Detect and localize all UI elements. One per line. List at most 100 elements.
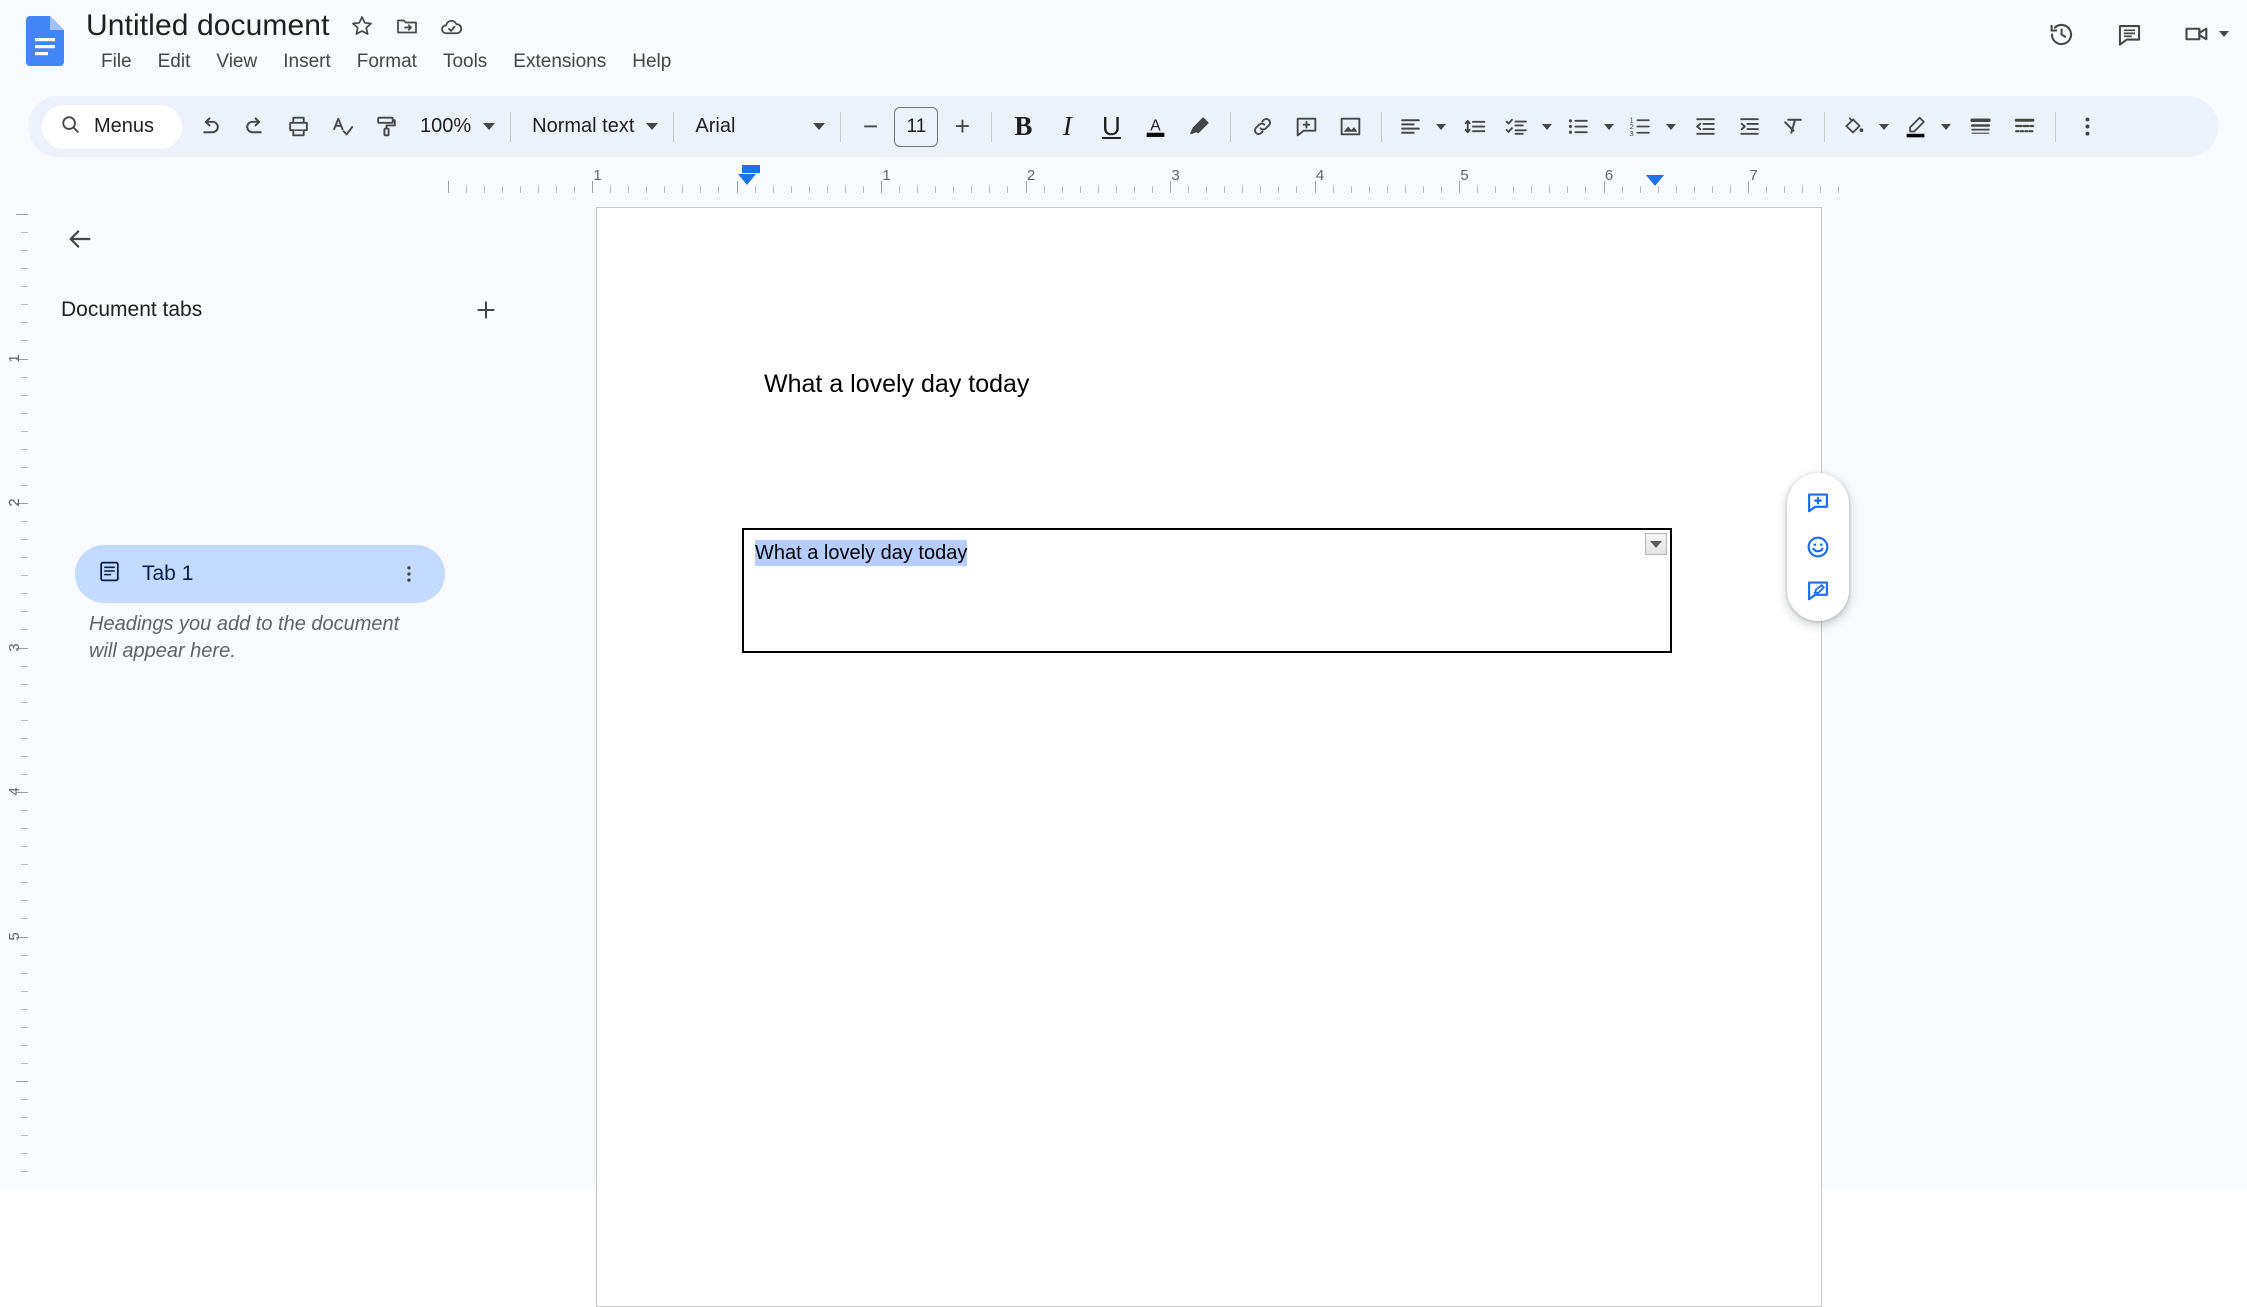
chevron-down-icon[interactable] (2219, 31, 2229, 37)
ruler-tick (1730, 186, 1731, 193)
menu-tools[interactable]: Tools (430, 47, 500, 77)
divider (1230, 111, 1232, 142)
spellcheck-icon[interactable] (320, 105, 364, 149)
ruler-tick (574, 186, 575, 193)
paint-format-icon[interactable] (364, 105, 408, 149)
border-dash-icon[interactable] (2002, 105, 2046, 149)
search-menus-button[interactable]: Menus (42, 104, 182, 149)
text-color-icon[interactable]: A (1133, 105, 1177, 149)
print-icon[interactable] (276, 105, 320, 149)
add-comment-icon[interactable] (1795, 481, 1841, 525)
chevron-down-icon[interactable] (1659, 105, 1683, 149)
ruler-tick (466, 186, 467, 193)
font-family-dropdown[interactable]: Arial (683, 105, 831, 149)
more-options-icon[interactable] (2065, 105, 2109, 149)
menu-view[interactable]: View (203, 47, 270, 77)
horizontal-ruler[interactable]: 1 1 2 3 4 5 6 7 (0, 165, 2247, 193)
increase-indent-icon[interactable] (1727, 105, 1771, 149)
numbered-list-icon[interactable]: 1 2 3 (1621, 105, 1659, 149)
version-history-icon[interactable] (2041, 14, 2081, 54)
line-spacing-icon[interactable] (1453, 105, 1497, 149)
ruler-tick (1007, 186, 1008, 193)
zoom-dropdown[interactable]: 100% (408, 105, 501, 149)
video-camera-icon[interactable] (2177, 14, 2217, 54)
cloud-saved-icon[interactable] (439, 13, 465, 39)
clear-formatting-icon[interactable] (1771, 105, 1815, 149)
ruler-tick (646, 186, 647, 193)
font-size-input[interactable]: 11 (894, 106, 939, 147)
document-canvas[interactable]: What a lovely day today What a lovely da… (548, 193, 2247, 1307)
ruler-tick (1333, 186, 1334, 193)
undo-icon[interactable] (188, 105, 232, 149)
align-left-icon[interactable] (1391, 105, 1429, 149)
menu-insert[interactable]: Insert (270, 47, 344, 77)
underline-button[interactable]: U (1089, 105, 1133, 149)
suggest-edit-icon[interactable] (1795, 569, 1841, 613)
ruler-tick (700, 186, 701, 193)
menu-format[interactable]: Format (344, 47, 430, 77)
border-weight-icon[interactable] (1958, 105, 2002, 149)
ruler-tick (1116, 186, 1117, 193)
tab-options-icon[interactable] (389, 554, 429, 594)
ruler-tick (610, 186, 611, 193)
bold-button[interactable]: B (1001, 105, 1045, 149)
fill-color-icon[interactable] (1834, 105, 1872, 149)
google-docs-icon[interactable] (26, 16, 64, 66)
highlight-color-icon[interactable] (1177, 105, 1221, 149)
right-indent-marker[interactable] (1646, 175, 1664, 186)
scroll-down-arrow-icon[interactable] (1645, 533, 1667, 555)
ruler-tick (21, 1063, 28, 1064)
ruler-tick (1242, 186, 1243, 193)
ruler-number: 2 (5, 498, 23, 507)
vertical-ruler[interactable]: 1 2 3 4 5 (0, 193, 28, 1189)
menu-extensions[interactable]: Extensions (500, 47, 619, 77)
ruler-tick (1567, 186, 1568, 193)
border-color-icon[interactable] (1896, 105, 1934, 149)
ruler-tick (21, 304, 28, 305)
ruler-tick (520, 186, 521, 193)
chevron-down-icon[interactable] (1934, 105, 1958, 149)
ruler-tick (21, 413, 28, 414)
ruler-tick (971, 186, 972, 193)
text-box-object[interactable]: What a lovely day today (742, 528, 1672, 653)
italic-button[interactable]: I (1045, 105, 1089, 149)
star-icon[interactable] (349, 13, 375, 39)
ruler-tick (21, 395, 28, 396)
decrease-indent-icon[interactable] (1683, 105, 1727, 149)
insert-link-icon[interactable] (1240, 105, 1284, 149)
title-row: Untitled document (86, 8, 465, 44)
page-title[interactable]: Untitled document (86, 8, 330, 44)
menu-help[interactable]: Help (619, 47, 684, 77)
move-to-folder-icon[interactable] (394, 13, 420, 39)
checklist-icon[interactable] (1497, 105, 1535, 149)
sidebar-item-tab-1[interactable]: Tab 1 (75, 545, 445, 603)
back-arrow-icon[interactable] (52, 211, 108, 267)
divider (673, 111, 675, 142)
menu-file[interactable]: File (88, 47, 145, 77)
chevron-down-icon[interactable] (1872, 105, 1896, 149)
left-indent-marker[interactable] (738, 165, 760, 185)
ruler-tick (1206, 186, 1207, 193)
chevron-down-icon[interactable] (1597, 105, 1621, 149)
increase-font-size-button[interactable]: + (942, 105, 982, 149)
bulleted-list-icon[interactable] (1559, 105, 1597, 149)
document-heading-text[interactable]: What a lovely day today (764, 368, 1029, 401)
insert-image-icon[interactable] (1328, 105, 1372, 149)
add-tab-icon[interactable] (466, 290, 506, 330)
ruler-tick (809, 186, 810, 193)
menu-edit[interactable]: Edit (145, 47, 204, 77)
decrease-font-size-button[interactable]: − (850, 105, 890, 149)
chevron-down-icon[interactable] (1429, 105, 1453, 149)
text-box-content[interactable]: What a lovely day today (755, 540, 968, 566)
chevron-down-icon[interactable] (1535, 105, 1559, 149)
comment-history-icon[interactable] (2109, 14, 2149, 54)
redo-icon[interactable] (232, 105, 276, 149)
emoji-reaction-icon[interactable] (1795, 525, 1841, 569)
ruler-number: 7 (1749, 167, 1758, 184)
ruler-tick (1026, 181, 1027, 193)
ruler-tick (502, 186, 503, 193)
add-comment-icon[interactable] (1284, 105, 1328, 149)
paragraph-style-dropdown[interactable]: Normal text (520, 105, 664, 149)
zoom-value: 100% (420, 115, 472, 137)
document-page[interactable]: What a lovely day today What a lovely da… (596, 207, 1822, 1307)
